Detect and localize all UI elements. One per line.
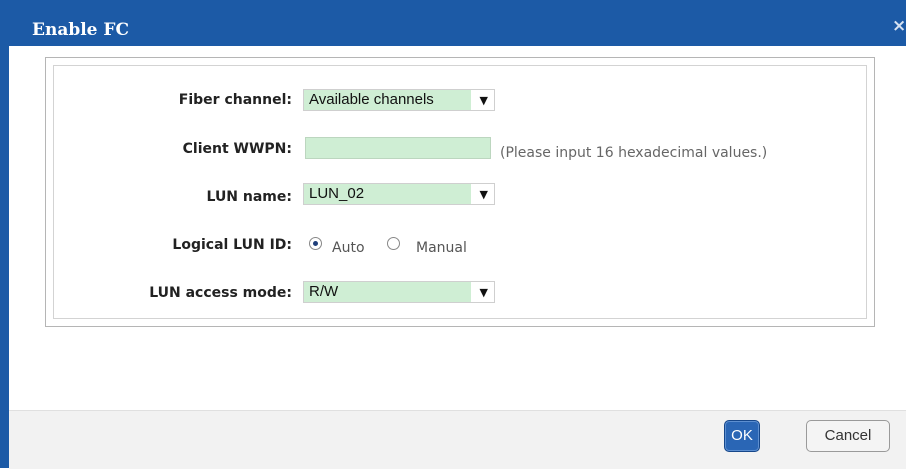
radio-manual-label[interactable]: Manual: [416, 240, 467, 256]
fiber-channel-value: Available channels: [304, 90, 471, 110]
client-wwpn-input[interactable]: [305, 137, 491, 159]
close-icon[interactable]: ×: [892, 16, 906, 36]
enable-fc-dialog: Enable FC × Fiber channel: Available cha…: [0, 0, 906, 469]
dialog-title-bar: Enable FC ×: [0, 0, 906, 46]
radio-auto-label[interactable]: Auto: [332, 240, 365, 256]
dialog-footer: [9, 410, 906, 469]
chevron-down-icon: ▼: [479, 188, 488, 201]
lun-name-label: LUN name:: [206, 189, 292, 205]
lun-access-mode-select[interactable]: R/W ▼: [303, 281, 495, 303]
client-wwpn-label: Client WWPN:: [182, 141, 292, 157]
lun-name-value: LUN_02: [304, 184, 471, 204]
ok-button[interactable]: OK: [724, 420, 760, 452]
logical-lun-id-label: Logical LUN ID:: [172, 237, 292, 253]
dialog-title: Enable FC: [32, 20, 130, 40]
lun-access-mode-value: R/W: [304, 282, 471, 302]
cancel-button[interactable]: Cancel: [806, 420, 890, 452]
lun-name-select[interactable]: LUN_02 ▼: [303, 183, 495, 205]
chevron-down-icon: ▼: [479, 94, 488, 107]
fiber-channel-label: Fiber channel:: [178, 92, 292, 108]
radio-manual[interactable]: [387, 237, 400, 250]
fiber-channel-select[interactable]: Available channels ▼: [303, 89, 495, 111]
chevron-down-icon: ▼: [479, 286, 488, 299]
client-wwpn-hint: (Please input 16 hexadecimal values.): [500, 145, 768, 161]
radio-auto[interactable]: [309, 237, 322, 250]
lun-access-mode-label: LUN access mode:: [149, 285, 292, 301]
